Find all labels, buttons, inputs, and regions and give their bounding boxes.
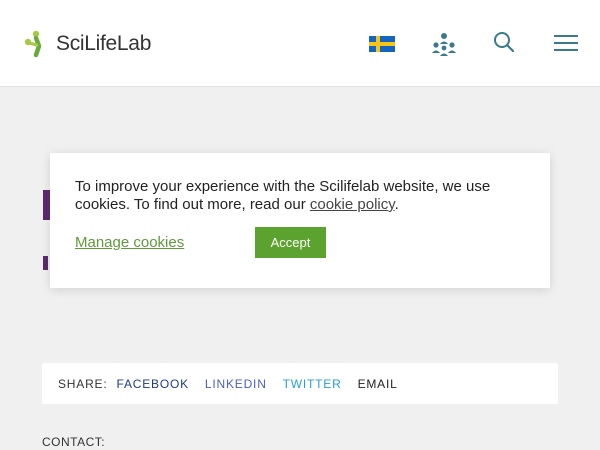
- contact-label: CONTACT:: [42, 435, 106, 449]
- cookie-message: To improve your experience with the Scil…: [75, 178, 491, 213]
- manage-cookies-link[interactable]: Manage cookies: [75, 234, 184, 251]
- search-icon[interactable]: [493, 31, 515, 53]
- scilifelab-logo[interactable]: SciLifeLab: [22, 28, 151, 60]
- share-twitter-link[interactable]: TWITTER: [283, 377, 342, 391]
- share-email-link[interactable]: EMAIL: [358, 377, 398, 391]
- swedish-flag-icon[interactable]: [369, 36, 395, 52]
- cookie-policy-link[interactable]: cookie policy: [310, 196, 395, 213]
- cookie-banner: To improve your experience with the Scil…: [50, 153, 550, 288]
- scilifelab-logo-icon: [24, 30, 42, 58]
- subtitle-fragment: [43, 256, 48, 270]
- people-network-icon[interactable]: [431, 31, 457, 57]
- accept-cookies-button[interactable]: Accept: [255, 227, 326, 258]
- share-label: SHARE:: [58, 376, 108, 391]
- menu-icon[interactable]: [554, 33, 578, 53]
- logo-text: SciLifeLab: [56, 32, 152, 55]
- share-facebook-link[interactable]: FACEBOOK: [116, 377, 188, 391]
- share-linkedin-link[interactable]: LINKEDIN: [205, 377, 267, 391]
- site-header: SciLifeLab: [0, 0, 600, 87]
- share-bar: SHARE: FACEBOOK LINKEDIN TWITTER EMAIL: [42, 363, 558, 404]
